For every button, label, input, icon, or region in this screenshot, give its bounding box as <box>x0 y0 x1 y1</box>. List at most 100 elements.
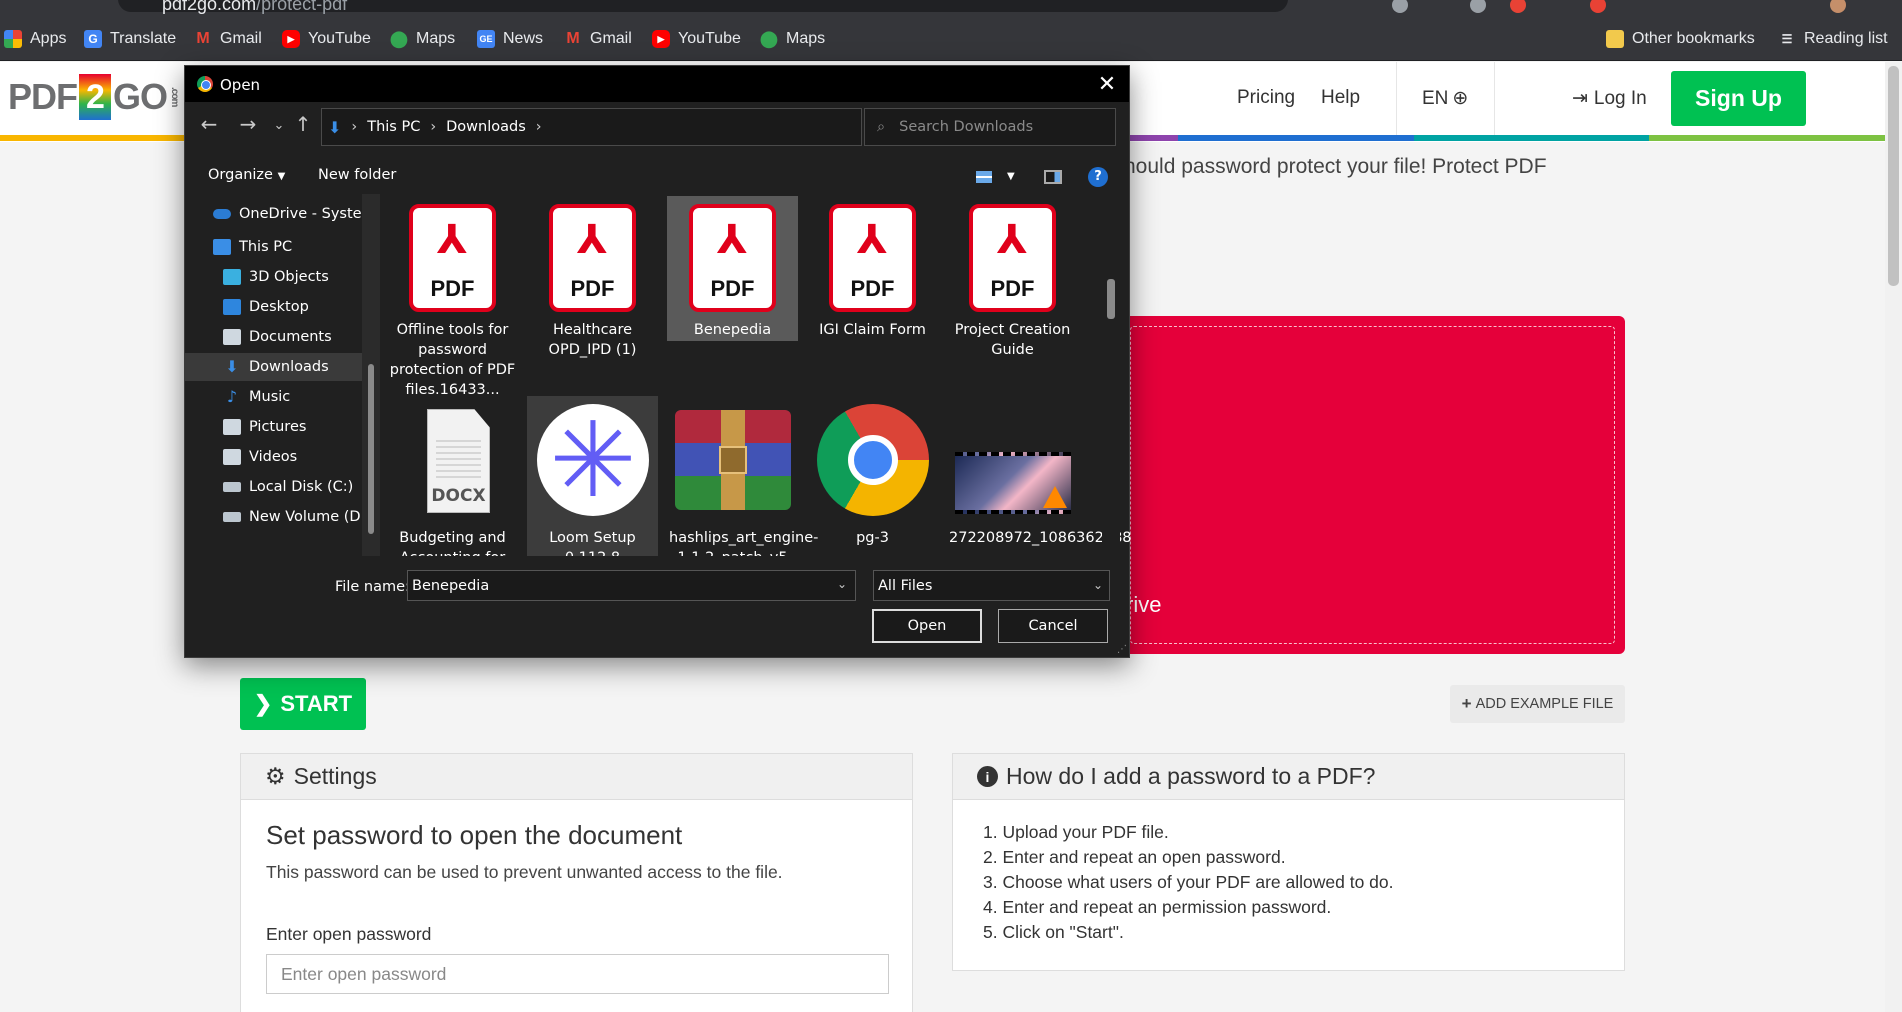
file-label: Benepedia <box>693 322 772 338</box>
documents-icon <box>223 329 241 345</box>
new-folder-button[interactable]: New folder <box>318 167 396 183</box>
chrome-html-icon <box>817 404 929 516</box>
video-thumbnail-icon <box>955 452 1071 514</box>
nav-videos[interactable]: Videos <box>223 443 363 471</box>
downloads-icon: ⬇ <box>225 357 239 376</box>
3d-objects-icon <box>223 269 241 285</box>
view-options-chevron-icon[interactable]: ▼ <box>1007 171 1015 182</box>
pictures-icon <box>223 419 241 435</box>
language-selector[interactable]: EN ⊕ <box>1422 87 1468 110</box>
nav-help[interactable]: Help <box>1321 87 1360 109</box>
reading-list[interactable]: ☰ Reading list <box>1778 28 1888 50</box>
breadcrumb-downloads[interactable]: Downloads <box>446 119 526 135</box>
file-item-project-creation-guide[interactable]: ⅄ PDF Project Creation Guide <box>947 196 1078 358</box>
close-icon[interactable]: ✕ <box>1093 70 1121 98</box>
nav-desktop[interactable]: Desktop <box>223 293 363 321</box>
bookmark-gmail[interactable]: M Gmail <box>564 28 631 50</box>
nav-onedrive[interactable]: OneDrive - System <box>213 200 363 228</box>
file-open-dialog: Open ✕ ← → ⌄ ↑ ⬇ › This PC › Downloads ›… <box>184 65 1131 658</box>
chevron-down-icon: ▼ <box>277 171 286 182</box>
filetype-select[interactable]: All Files ⌄ <box>873 570 1110 601</box>
nav-pricing[interactable]: Pricing <box>1237 87 1295 109</box>
file-item-benepedia[interactable]: ⅄ PDF Benepedia <box>667 196 798 341</box>
file-item-hashlips-rar[interactable]: hashlips_art_engine-1.1.2_patch_v5 <box>667 404 818 556</box>
back-arrow-icon[interactable]: ← <box>197 112 221 136</box>
url-text[interactable]: pdf2go.com/protect-pdf <box>162 0 347 15</box>
bookmark-apps[interactable]: Apps <box>4 28 66 50</box>
dialog-titlebar[interactable]: Open ✕ <box>185 66 1129 102</box>
open-password-input[interactable] <box>266 954 889 994</box>
language-label: EN <box>1422 87 1449 109</box>
nav-documents[interactable]: Documents <box>223 323 363 351</box>
file-item-offline-tools[interactable]: ⅄ PDF Offline tools for password protecti… <box>387 196 518 398</box>
reading-list-label: Reading list <box>1804 30 1888 47</box>
howto-step: 3. Choose what users of your PDF are all… <box>983 872 1394 892</box>
bookmark-youtube[interactable]: ▶ YouTube <box>652 28 741 50</box>
up-arrow-icon[interactable]: ↑ <box>291 112 315 136</box>
dialog-search-field[interactable]: ⌕ Search Downloads <box>864 108 1116 146</box>
forward-arrow-icon[interactable]: → <box>236 112 260 136</box>
set-password-description: This password can be used to prevent unw… <box>266 862 783 882</box>
other-bookmarks[interactable]: Other bookmarks <box>1606 28 1755 50</box>
apps-grid-icon <box>4 30 22 48</box>
nav-downloads[interactable]: ⬇ Downloads <box>185 353 362 381</box>
open-button[interactable]: Open <box>872 609 982 643</box>
dialog-address-bar[interactable]: ⬇ › This PC › Downloads › ⌄ ↻ <box>321 108 985 146</box>
upload-drop-border <box>1130 326 1615 644</box>
gmail-icon: M <box>196 30 210 47</box>
nav-label: Local Disk (C:) <box>249 479 354 495</box>
filename-input[interactable] <box>407 570 856 601</box>
info-icon: i <box>977 766 998 787</box>
file-item-272208972-video[interactable]: 272208972_1086362788865428_7 <box>947 404 1131 549</box>
resize-grip-icon[interactable]: ⋰ <box>1117 644 1127 655</box>
nav-this-pc[interactable]: This PC <box>213 233 363 261</box>
breadcrumb-this-pc[interactable]: This PC <box>367 119 420 135</box>
bookmark-gmail[interactable]: M Gmail <box>194 28 261 50</box>
maps-icon: ⬤ <box>390 31 408 48</box>
view-mode-icon[interactable] <box>976 171 992 183</box>
login-link[interactable]: ⇥ Log In <box>1572 87 1647 110</box>
nav-new-volume-d[interactable]: New Volume (D:) <box>223 503 363 531</box>
howto-title: How do I add a password to a PDF? <box>1006 763 1376 789</box>
cancel-button[interactable]: Cancel <box>998 609 1108 643</box>
howto-step: 5. Click on "Start". <box>983 922 1124 942</box>
preview-pane-icon[interactable] <box>1044 170 1062 184</box>
youtube-icon: ▶ <box>652 30 670 48</box>
nav-music[interactable]: ♪ Music <box>223 383 363 411</box>
search-icon: ⌕ <box>877 119 886 135</box>
bookmark-maps[interactable]: ⬤ Maps <box>390 28 455 50</box>
loom-app-icon: ✳ <box>537 404 649 516</box>
recent-locations-chevron-icon[interactable]: ⌄ <box>267 118 291 133</box>
file-item-loom-setup[interactable]: ✳ Loom Setup 0.112.8 <box>527 396 658 556</box>
file-item-igi-claim-form[interactable]: ⅄ PDF IGI Claim Form <box>807 196 938 341</box>
upload-drop-zone[interactable] <box>1120 316 1625 654</box>
bookmark-translate[interactable]: G Translate <box>84 28 176 50</box>
add-example-file-button[interactable]: + ADD EXAMPLE FILE <box>1450 685 1625 723</box>
nav-3d-objects[interactable]: 3D Objects <box>223 263 363 291</box>
nav-pictures[interactable]: Pictures <box>223 413 363 441</box>
upload-from-drive-text[interactable]: rive <box>1126 592 1161 618</box>
bookmark-youtube[interactable]: ▶ YouTube <box>282 28 371 50</box>
files-scrollbar-thumb[interactable] <box>1107 279 1115 319</box>
bookmark-news[interactable]: GE News <box>477 28 543 50</box>
file-item-healthcare[interactable]: ⅄ PDF Healthcare OPD_IPD (1) <box>527 196 658 358</box>
nav-pane-scrollbar-thumb[interactable] <box>368 364 374 534</box>
pdf-badge: PDF <box>570 276 615 301</box>
howto-panel: i How do I add a password to a PDF? 1. Up… <box>952 753 1625 971</box>
organize-menu[interactable]: Organize ▼ <box>208 167 285 183</box>
filename-dropdown-chevron-icon[interactable]: ⌄ <box>837 577 847 591</box>
pdf-file-icon: ⅄ PDF <box>549 204 636 312</box>
nav-label: Documents <box>249 329 332 345</box>
files-scrollbar[interactable] <box>1102 194 1120 556</box>
pdf2go-logo[interactable]: PDF 2 GO .com <box>8 74 180 120</box>
nav-local-disk-c[interactable]: Local Disk (C:) <box>223 473 363 501</box>
help-icon[interactable]: ? <box>1088 167 1108 187</box>
file-item-pg-3[interactable]: pg-3 <box>807 404 938 549</box>
bookmark-maps[interactable]: ⬤ Maps <box>760 28 825 50</box>
header-divider <box>1396 62 1397 135</box>
signup-button[interactable]: Sign Up <box>1671 71 1806 126</box>
file-item-budgeting-docx[interactable]: DOCX Budgeting and Accounting for <box>387 404 518 556</box>
page-scrollbar-thumb[interactable] <box>1888 66 1899 286</box>
file-label: 272208972_1086362788865428_7 <box>949 530 1131 546</box>
start-button[interactable]: ❯ START <box>240 678 366 730</box>
